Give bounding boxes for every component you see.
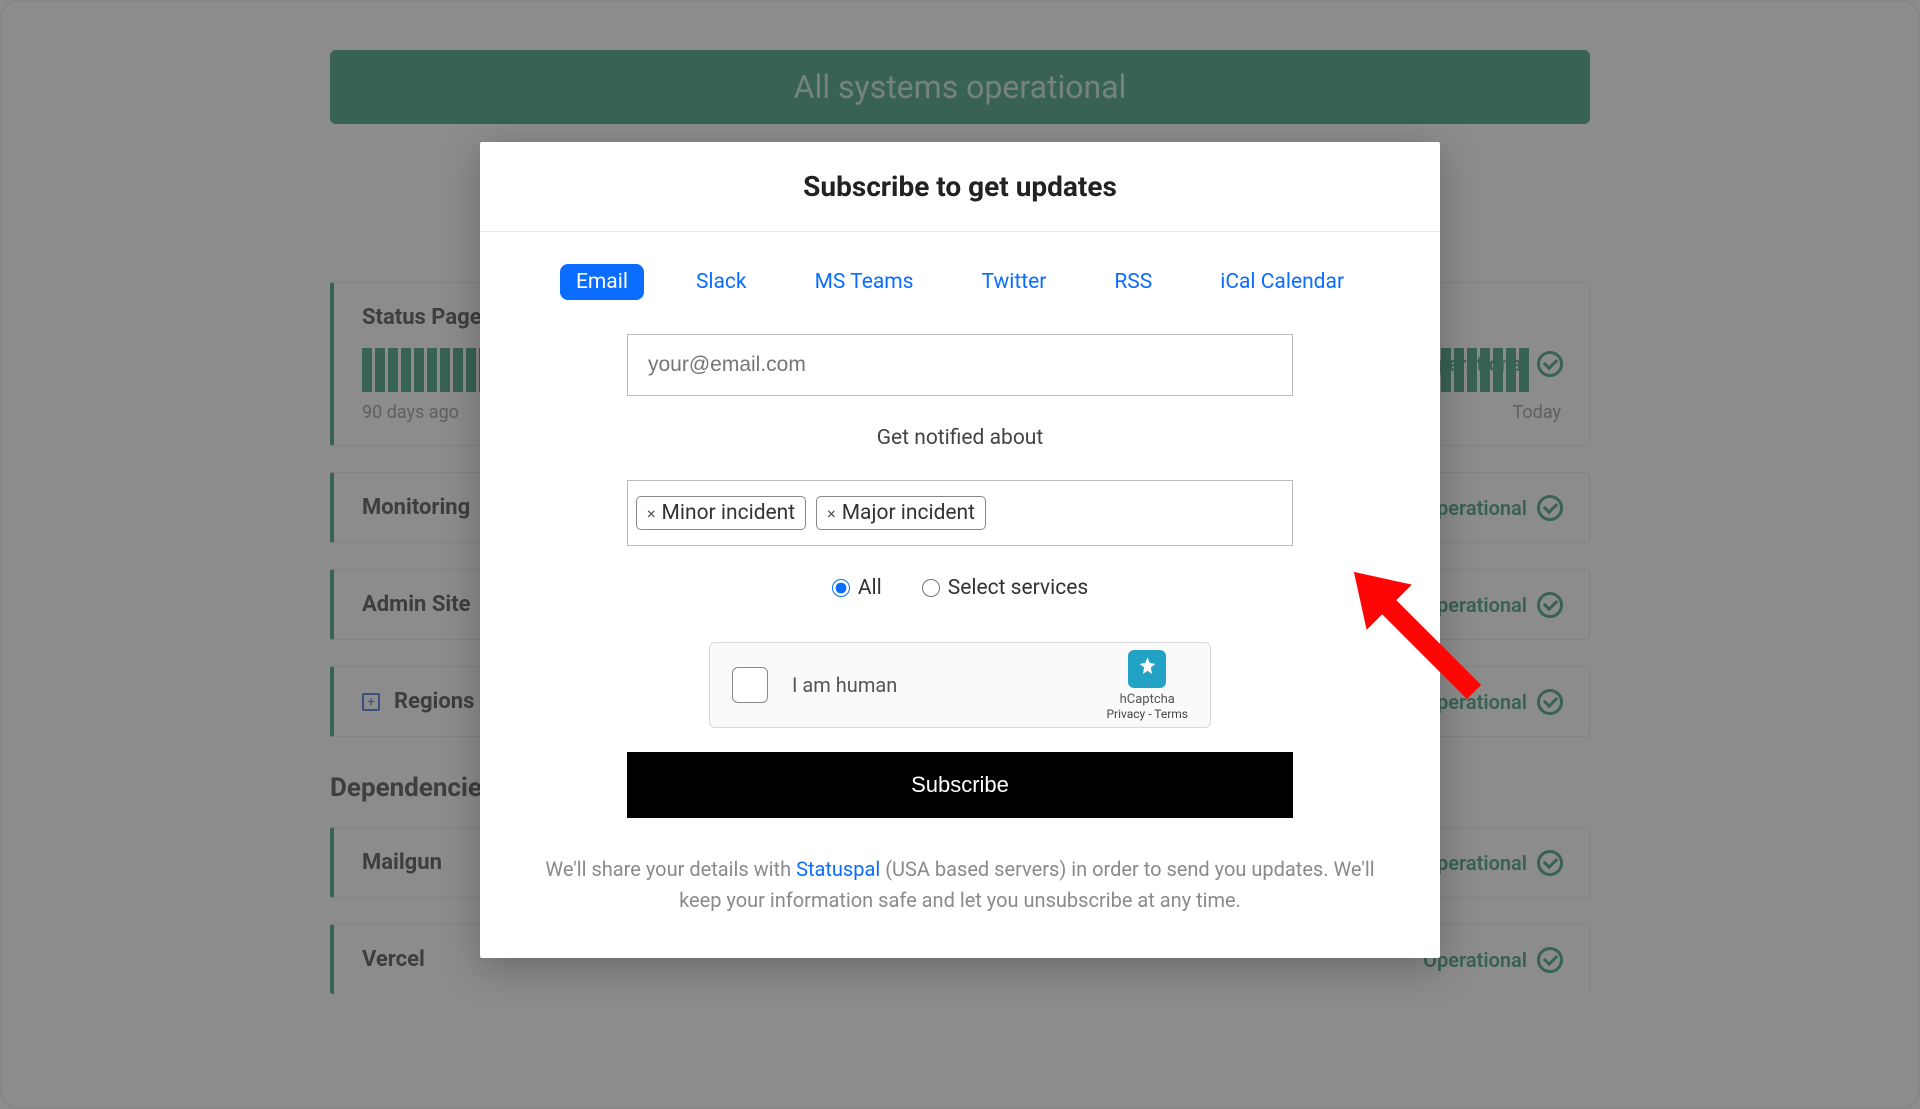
email-input[interactable]: [627, 334, 1293, 396]
captcha-branding: hCaptcha Privacy - Terms: [1106, 650, 1188, 721]
subscribe-tabs: Email Slack MS Teams Twitter RSS iCal Ca…: [480, 264, 1440, 300]
hcaptcha-logo-icon: [1128, 650, 1166, 688]
radio-select-services[interactable]: Select services: [922, 576, 1088, 600]
notify-section-label: Get notified about: [627, 426, 1293, 450]
tab-slack[interactable]: Slack: [680, 264, 763, 300]
tab-ms-teams[interactable]: MS Teams: [799, 264, 930, 300]
captcha-label: I am human: [792, 673, 897, 697]
remove-tag-icon[interactable]: ×: [647, 504, 656, 523]
radio-all[interactable]: All: [832, 576, 882, 600]
radio-select-label: Select services: [948, 576, 1088, 600]
hcaptcha-widget[interactable]: I am human hCaptcha Privacy - Terms: [709, 642, 1211, 728]
captcha-links[interactable]: Privacy - Terms: [1106, 707, 1188, 721]
disclaimer-text-pre: We'll share your details with: [545, 857, 796, 881]
tab-email[interactable]: Email: [560, 264, 644, 300]
tag-major-incident: × Major incident: [816, 496, 986, 530]
radio-all-input[interactable]: [832, 579, 850, 597]
radio-select-input[interactable]: [922, 579, 940, 597]
captcha-brand-name: hCaptcha: [1106, 692, 1188, 707]
tab-rss[interactable]: RSS: [1098, 264, 1168, 300]
radio-all-label: All: [858, 576, 882, 600]
statuspal-link[interactable]: Statuspal: [796, 857, 880, 881]
tag-label: Major incident: [842, 501, 975, 525]
subscribe-button[interactable]: Subscribe: [627, 752, 1293, 818]
privacy-disclaimer: We'll share your details with Statuspal …: [540, 854, 1380, 916]
remove-tag-icon[interactable]: ×: [827, 504, 836, 523]
tag-minor-incident: × Minor incident: [636, 496, 806, 530]
tag-label: Minor incident: [662, 501, 796, 525]
service-scope-radios: All Select services: [480, 576, 1440, 600]
incident-type-tagbox[interactable]: × Minor incident × Major incident: [627, 480, 1293, 546]
tab-ical[interactable]: iCal Calendar: [1204, 264, 1360, 300]
tab-twitter[interactable]: Twitter: [966, 264, 1063, 300]
captcha-checkbox[interactable]: [732, 667, 768, 703]
subscribe-modal: Subscribe to get updates Email Slack MS …: [480, 142, 1440, 958]
modal-title: Subscribe to get updates: [480, 142, 1440, 232]
